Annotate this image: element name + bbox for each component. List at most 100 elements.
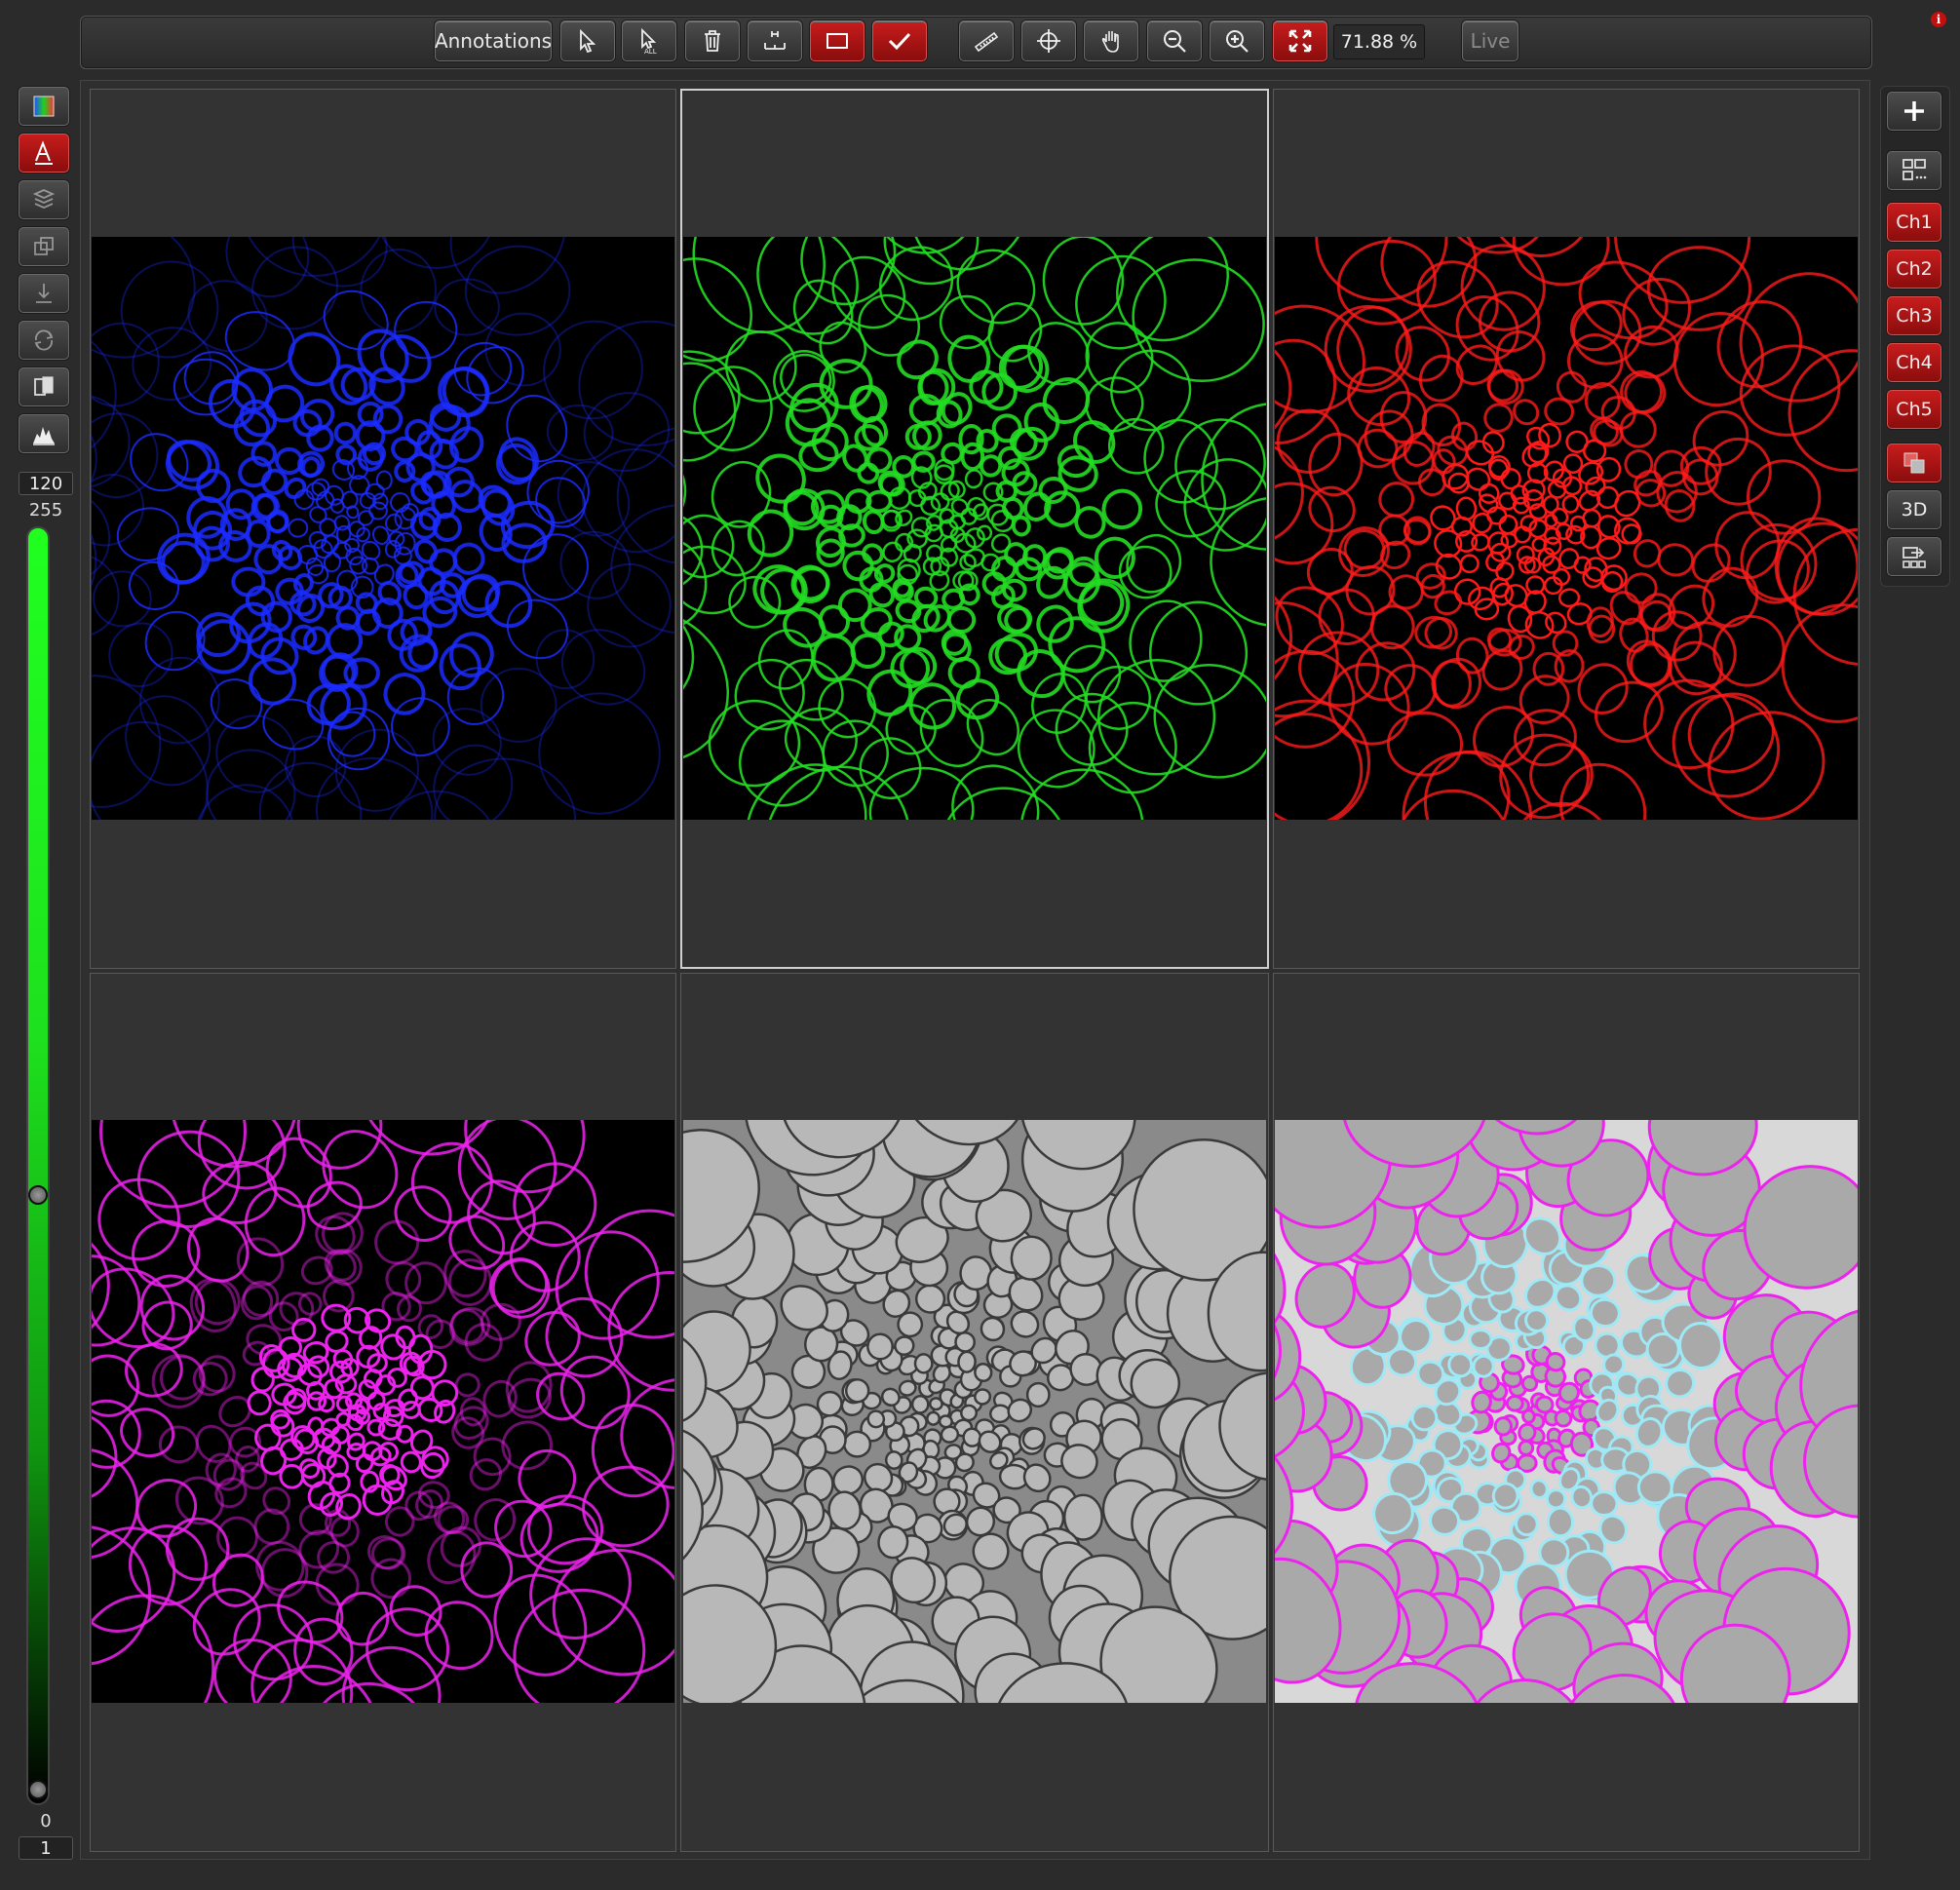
blue-channel-image[interactable]	[92, 237, 674, 820]
red-channel-image[interactable]	[1275, 237, 1858, 820]
color-palette-icon	[33, 96, 55, 117]
ruler-icon	[974, 31, 999, 53]
cell-outline	[913, 1353, 934, 1374]
grid-layout-icon	[1902, 159, 1927, 180]
ruler-tool-button[interactable]	[959, 20, 1014, 61]
slider-upper-handle[interactable]	[28, 1185, 48, 1205]
cell-outline	[1010, 1235, 1053, 1281]
pointer-icon	[580, 28, 596, 54]
cell-outline	[1493, 1416, 1513, 1437]
grid-layout-button[interactable]	[1887, 151, 1941, 190]
three-d-label: 3D	[1901, 499, 1928, 521]
cell-outline	[910, 1395, 930, 1414]
channel-ch5-button[interactable]: Ch5	[1887, 390, 1941, 429]
cell-outline	[1025, 1381, 1051, 1408]
ch5-label: Ch5	[1896, 399, 1933, 420]
tissue-graphic	[683, 1120, 1266, 1703]
cell-outline	[1546, 1506, 1575, 1538]
cell-outline	[1468, 1329, 1493, 1351]
export-icon	[1902, 547, 1926, 568]
fit-window-icon	[1288, 29, 1312, 53]
histogram-button[interactable]	[19, 414, 69, 453]
rotate-icon	[34, 329, 54, 351]
max-level-label: 255	[28, 500, 63, 521]
green-channel-image[interactable]	[683, 237, 1266, 820]
merged-overlay-image[interactable]	[1275, 1120, 1858, 1703]
info-icon[interactable]: i	[1931, 12, 1946, 27]
rectangle-tool-button[interactable]	[810, 20, 865, 61]
tissue-graphic	[1275, 1120, 1858, 1703]
plus-icon	[1904, 101, 1924, 121]
pan-button[interactable]	[1084, 20, 1138, 61]
stack-icon	[32, 189, 56, 209]
three-d-button[interactable]: 3D	[1887, 490, 1941, 529]
select-all-button[interactable]: ALL	[622, 20, 676, 61]
add-panel-button[interactable]	[1887, 92, 1941, 131]
zoom-out-button[interactable]	[1147, 20, 1202, 61]
zoom-out-icon	[1164, 30, 1186, 53]
tissue-graphic	[92, 1120, 674, 1703]
channel-ch2-button[interactable]: Ch2	[1887, 250, 1941, 289]
crosshair-icon	[1037, 29, 1060, 53]
min-level-label: 0	[40, 1811, 52, 1832]
zoom-in-button[interactable]	[1210, 20, 1264, 61]
z-step-button[interactable]	[19, 274, 69, 313]
fit-to-window-button[interactable]	[1273, 20, 1327, 61]
cell-outline	[1590, 1490, 1619, 1518]
annotations-label: Annotations	[434, 29, 553, 53]
zoom-in-icon	[1226, 30, 1249, 53]
slider-lower-handle[interactable]	[28, 1780, 48, 1799]
svg-text:ALL: ALL	[644, 48, 657, 55]
cell-outline	[957, 1350, 977, 1373]
cell-outline	[989, 1404, 1012, 1424]
rotate-stack-button[interactable]	[19, 321, 69, 360]
ch2-label: Ch2	[1896, 258, 1933, 280]
rectangle-icon	[826, 33, 848, 49]
text-a-icon	[35, 140, 53, 165]
select-tool-button[interactable]	[560, 20, 615, 61]
channel-ch3-button[interactable]: Ch3	[1887, 296, 1941, 335]
tissue-graphic	[92, 237, 674, 820]
scale-bar-icon	[764, 31, 786, 50]
ch4-label: Ch4	[1896, 352, 1933, 373]
crosshair-button[interactable]	[1021, 20, 1076, 61]
overlay-button[interactable]	[1887, 444, 1941, 482]
cell-outline	[1580, 1264, 1617, 1297]
tissue-graphic	[683, 237, 1266, 820]
annotations-button[interactable]: Annotations	[435, 20, 552, 61]
z-stack-button[interactable]	[19, 180, 69, 219]
live-button[interactable]: Live	[1462, 20, 1518, 61]
zoom-level-readout: 71.88 %	[1333, 24, 1425, 59]
cell-outline	[842, 1430, 872, 1458]
split-view-button[interactable]	[19, 367, 69, 406]
channel-ch1-button[interactable]: Ch1	[1887, 203, 1941, 242]
tissue-graphic	[1275, 237, 1858, 820]
overlay-icon	[1903, 452, 1925, 474]
layers-button[interactable]	[19, 227, 69, 266]
cell-outline	[884, 1450, 903, 1470]
lut-button[interactable]	[19, 87, 69, 126]
hand-icon	[1101, 31, 1119, 53]
confirm-button[interactable]	[872, 20, 927, 61]
split-view-icon	[34, 376, 54, 396]
brightfield-image[interactable]	[683, 1120, 1266, 1703]
trash-icon	[705, 30, 720, 52]
export-layout-button[interactable]	[1887, 537, 1941, 576]
ch1-label: Ch1	[1896, 212, 1933, 233]
layers-icon	[34, 237, 54, 255]
cell-outline	[866, 1332, 894, 1361]
cell-outline	[1505, 1395, 1524, 1412]
step-value-field[interactable]: 1	[19, 1836, 73, 1860]
channel-ch4-button[interactable]: Ch4	[1887, 343, 1941, 382]
scale-bar-button[interactable]	[748, 20, 802, 61]
cell-outline	[1516, 1453, 1538, 1473]
live-label: Live	[1470, 29, 1511, 53]
level-value-field[interactable]: 120	[19, 472, 73, 495]
text-annotation-button[interactable]	[19, 134, 69, 173]
magenta-channel-image[interactable]	[92, 1120, 674, 1703]
z-step-icon	[36, 284, 52, 303]
delete-button[interactable]	[685, 20, 740, 61]
check-icon	[888, 32, 911, 51]
cell-outline	[1538, 1537, 1570, 1568]
intensity-level-slider[interactable]	[26, 526, 50, 1805]
